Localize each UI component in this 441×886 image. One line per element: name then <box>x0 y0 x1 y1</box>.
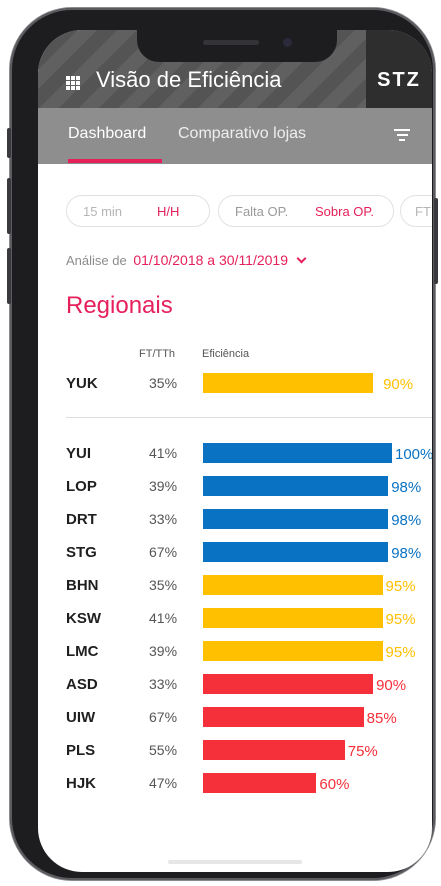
efficiency-bar <box>203 674 374 694</box>
region-name: DRT <box>66 511 97 528</box>
efficiency-bar <box>203 740 345 760</box>
region-name: YUI <box>66 445 92 462</box>
region-ft: 33% <box>149 511 178 527</box>
table-row[interactable]: YUI 41% 100% <box>38 438 432 470</box>
region-name: YUK <box>66 375 98 392</box>
efficiency-value: 60% <box>319 776 350 793</box>
region-ft: 41% <box>149 610 178 626</box>
efficiency-bar <box>203 707 364 727</box>
region-ft: 67% <box>149 709 178 725</box>
table-row[interactable]: KSW 41% 95% <box>38 603 432 635</box>
brand-logo: STZ <box>366 30 432 108</box>
table-row[interactable]: BHN 35% 95% <box>38 570 432 602</box>
column-header-ft: FT/TTh <box>139 348 176 360</box>
table-row[interactable]: LMC 39% 95% <box>38 636 432 668</box>
region-ft: 35% <box>149 577 178 593</box>
mute-switch <box>7 128 11 158</box>
home-indicator <box>168 860 302 864</box>
period-range: 01/10/2018 a 30/11/2019 <box>133 252 289 268</box>
region-name: PLS <box>66 742 96 759</box>
notch <box>137 30 337 62</box>
region-name: STG <box>66 544 97 561</box>
region-ft: 41% <box>149 445 178 461</box>
efficiency-bar <box>203 373 374 393</box>
region-name: BHN <box>66 577 99 594</box>
efficiency-value: 90% <box>376 677 407 694</box>
efficiency-bar <box>203 476 389 496</box>
region-ft: 33% <box>149 676 178 692</box>
table-row[interactable]: STG 67% 98% <box>38 537 432 569</box>
region-name: KSW <box>66 610 101 627</box>
efficiency-value: 75% <box>347 743 378 760</box>
efficiency-value: 85% <box>366 710 397 727</box>
tab-dashboard[interactable]: Dashboard <box>68 125 146 143</box>
efficiency-bar <box>203 443 392 463</box>
op-toggle: Falta OP. Sobra OP. <box>218 195 394 227</box>
power-button <box>434 198 438 284</box>
speaker <box>203 40 259 45</box>
table-row[interactable]: UIW 67% 85% <box>38 702 432 734</box>
efficiency-value: 90% <box>383 376 414 393</box>
active-tab-indicator <box>68 159 162 163</box>
region-name: UIW <box>66 709 96 726</box>
table-row[interactable]: HJK 47% 60% <box>38 768 432 800</box>
app-title: Visão de Eficiência <box>96 67 282 92</box>
option-sobra-op[interactable]: Sobra OP. <box>315 204 374 219</box>
table-row[interactable]: PLS 55% 75% <box>38 735 432 767</box>
table-row[interactable]: DRT 33% 98% <box>38 504 432 536</box>
region-name: LOP <box>66 478 97 495</box>
efficiency-value: 98% <box>391 545 422 562</box>
camera-icon <box>283 38 292 47</box>
region-ft: 39% <box>149 478 178 494</box>
column-header-efficiency: Eficiência <box>202 348 250 360</box>
table-row[interactable]: LOP 39% 98% <box>38 471 432 503</box>
tab-comparativo-lojas[interactable]: Comparativo lojas <box>178 125 306 143</box>
grid-menu-icon[interactable] <box>66 76 80 90</box>
divider <box>66 417 432 418</box>
brand-label: STZ <box>377 69 421 91</box>
option-h-h[interactable]: H/H <box>157 204 179 219</box>
ft-toggle: FT <box>400 195 432 227</box>
efficiency-bar <box>203 542 389 562</box>
region-ft: 47% <box>149 775 178 791</box>
granularity-toggle: 15 min H/H <box>66 195 210 227</box>
app-screen: Visão de Eficiência STZ Dashboard Compar… <box>38 30 432 872</box>
table-row[interactable]: ASD 33% 90% <box>38 669 432 701</box>
efficiency-value: 95% <box>385 611 416 628</box>
period-label: Análise de <box>66 253 127 268</box>
volume-up-button <box>7 178 11 234</box>
section-title: Regionais <box>66 292 173 319</box>
efficiency-value: 95% <box>385 644 416 661</box>
region-ft: 55% <box>149 742 178 758</box>
efficiency-value: 98% <box>391 479 422 496</box>
region-ft: 35% <box>149 375 178 391</box>
chevron-down-icon <box>296 253 307 264</box>
phone-frame: Visão de Eficiência STZ Dashboard Compar… <box>7 8 438 880</box>
option-15-min[interactable]: 15 min <box>83 204 122 219</box>
efficiency-value: 95% <box>385 578 416 595</box>
efficiency-value: 100% <box>395 446 432 463</box>
tab-bar: Dashboard Comparativo lojas <box>38 108 432 164</box>
efficiency-bar <box>203 773 317 793</box>
region-name: ASD <box>66 676 98 693</box>
region-ft: 39% <box>149 643 178 659</box>
summary-row[interactable]: YUK 35% 90% <box>38 368 432 400</box>
efficiency-bar <box>203 641 383 661</box>
efficiency-bar <box>203 608 383 628</box>
region-name: HJK <box>66 775 97 792</box>
volume-down-button <box>7 248 11 304</box>
efficiency-value: 98% <box>391 512 422 529</box>
efficiency-bar <box>203 509 389 529</box>
period-selector[interactable]: Análise de 01/10/2018 a 30/11/2019 <box>66 252 307 268</box>
option-ft[interactable]: FT <box>415 204 431 219</box>
region-ft: 67% <box>149 544 178 560</box>
filter-icon[interactable] <box>394 129 410 143</box>
efficiency-bar <box>203 575 383 595</box>
option-falta-op[interactable]: Falta OP. <box>235 204 288 219</box>
region-name: LMC <box>66 643 99 660</box>
